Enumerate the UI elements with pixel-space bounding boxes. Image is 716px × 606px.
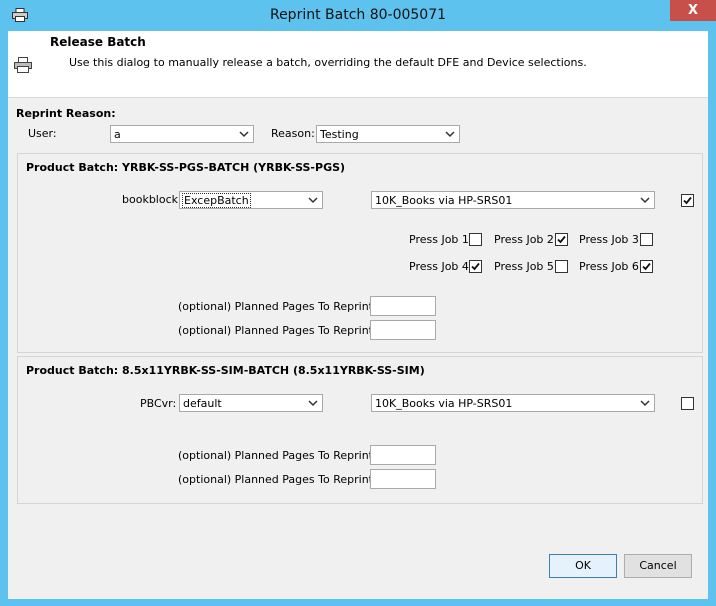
batch2-field-select[interactable]: default [179,394,323,412]
batch2-planned1-label: (optional) Planned Pages To Reprint: [178,449,377,462]
press-job-4-checkbox[interactable] [469,260,482,273]
header-title: Release Batch [50,35,146,49]
press-job-6-checkbox[interactable] [640,260,653,273]
user-value: a [114,128,121,141]
batch1-field-select[interactable]: ExcepBatch [179,191,323,209]
batch2-planned1-input[interactable] [370,445,436,465]
press-job-2-label: Press Job 2 [494,233,554,246]
dialog-body: Release Batch Use this dialog to manuall… [8,31,708,599]
user-label: User: [28,127,57,140]
chevron-down-icon [640,197,650,204]
press-job-6-label: Press Job 6 [579,260,639,273]
press-job-1-checkbox[interactable] [469,233,482,246]
batch2-device-checkbox[interactable] [681,397,694,410]
batch1-field-label: bookblock: [122,193,182,206]
press-job-5-label: Press Job 5 [494,260,554,273]
chevron-down-icon [308,197,318,204]
press-job-1-label: Press Job 1 [409,233,469,246]
reason-select[interactable]: Testing [316,125,460,143]
dialog-window: Reprint Batch 80-005071 X Release Batch … [0,0,716,606]
batch2-title: Product Batch: 8.5x11YRBK-SS-SIM-BATCH (… [26,364,425,377]
chevron-down-icon [308,400,318,407]
batch1-device-checkbox[interactable] [681,194,694,207]
press-job-4-label: Press Job 4 [409,260,469,273]
dialog-header: Release Batch Use this dialog to manuall… [8,31,708,98]
batch1-title: Product Batch: YRBK-SS-PGS-BATCH (YRBK-S… [26,161,346,174]
batch1-planned1-input[interactable] [370,296,436,316]
chevron-down-icon [640,400,650,407]
printer-icon [14,57,32,73]
chevron-down-icon [445,131,455,138]
ok-button[interactable]: OK [549,554,617,578]
press-job-3-label: Press Job 3 [579,233,639,246]
press-job-3-checkbox[interactable] [640,233,653,246]
reason-value: Testing [320,128,359,141]
batch2-planned2-label: (optional) Planned Pages To Reprint2: [178,473,384,486]
batch1-field-value: ExcepBatch [182,193,251,208]
window-title: Reprint Batch 80-005071 [269,7,447,23]
press-job-5-checkbox[interactable] [555,260,568,273]
batch2-field-label: PBCvr: [140,397,177,410]
press-job-2-checkbox[interactable] [555,233,568,246]
header-subtitle: Use this dialog to manually release a ba… [69,56,587,69]
checkmark-icon [683,196,692,205]
user-select[interactable]: a [110,125,254,143]
batch2-device-value: 10K_Books via HP-SRS01 [375,397,513,410]
cancel-button[interactable]: Cancel [624,554,692,578]
batch1-planned1-label: (optional) Planned Pages To Reprint: [178,300,377,313]
reprint-reason-label: Reprint Reason: [16,107,116,120]
checkmark-icon [557,235,566,244]
reason-label: Reason: [271,127,315,140]
batch1-device-value: 10K_Books via HP-SRS01 [375,194,513,207]
batch1-planned2-label: (optional) Planned Pages To Reprint2: [178,324,384,337]
chevron-down-icon [239,131,249,138]
batch1-device-select[interactable]: 10K_Books via HP-SRS01 [371,191,655,209]
close-button[interactable]: X [670,0,716,21]
title-bar[interactable]: Reprint Batch 80-005071 X [0,0,716,31]
batch2-device-select[interactable]: 10K_Books via HP-SRS01 [371,394,655,412]
checkmark-icon [642,262,651,271]
batch1-planned2-input[interactable] [370,320,436,340]
product-batch-group-2: Product Batch: 8.5x11YRBK-SS-SIM-BATCH (… [17,356,703,504]
product-batch-group-1: Product Batch: YRBK-SS-PGS-BATCH (YRBK-S… [17,153,703,353]
batch2-field-value: default [183,397,222,410]
checkmark-icon [471,262,480,271]
batch2-planned2-input[interactable] [370,469,436,489]
